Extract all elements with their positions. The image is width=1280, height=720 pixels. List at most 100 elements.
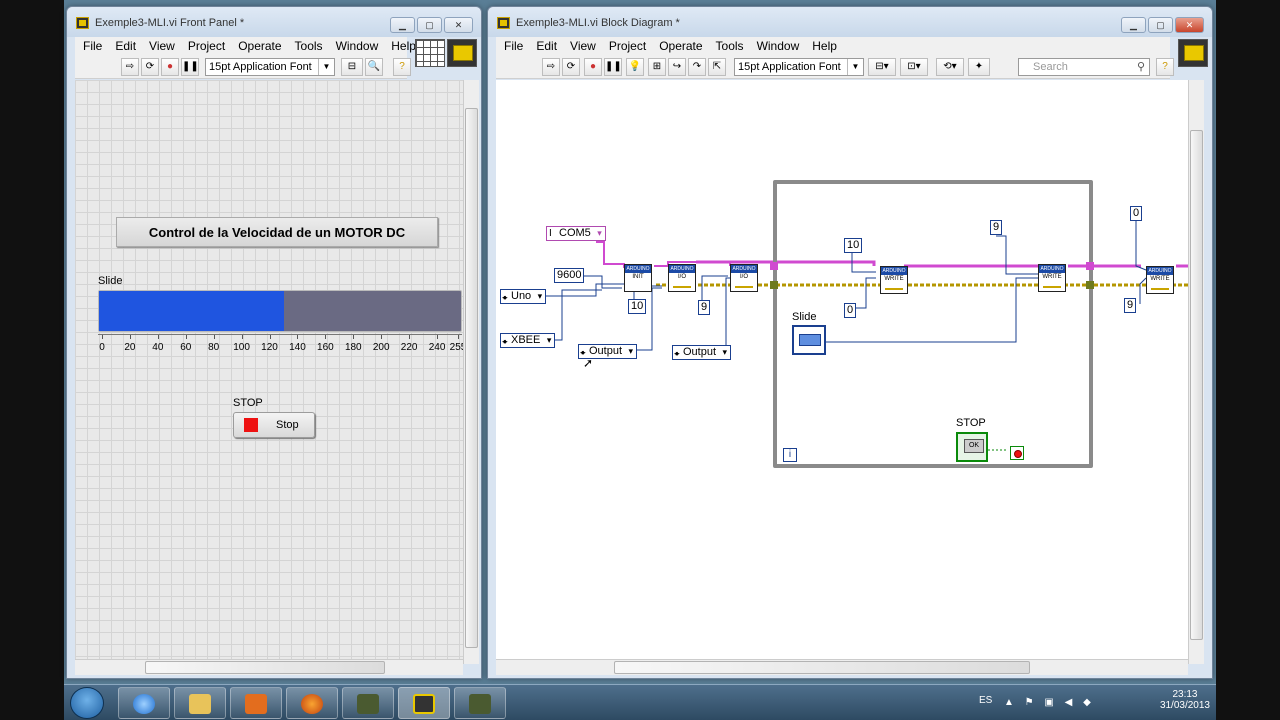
numeric-constant[interactable]: 9	[1124, 298, 1137, 313]
baud-constant[interactable]: 9600	[554, 268, 585, 283]
distribute-icon[interactable]: ⊡▾	[900, 58, 928, 76]
abort-icon[interactable]: ●	[584, 58, 602, 76]
cleanup-diagram-icon[interactable]: ✦	[968, 58, 990, 76]
abort-icon[interactable]: ●	[161, 58, 179, 76]
digital-io-subvi[interactable]: ARDUINO I/O	[730, 264, 758, 292]
slide-control[interactable]	[98, 290, 462, 332]
menu-project[interactable]: Project	[182, 37, 232, 55]
menu-project[interactable]: Project	[603, 37, 653, 55]
numeric-constant[interactable]: 10	[628, 299, 647, 314]
align-icon[interactable]: ⊟	[341, 58, 363, 76]
stop-button[interactable]: Stop	[233, 412, 315, 438]
loop-condition-terminal[interactable]	[1010, 446, 1024, 460]
clock-date: 31/03/2013	[1159, 700, 1210, 711]
scroll-thumb[interactable]	[145, 661, 385, 674]
taskbar-ie[interactable]	[118, 687, 170, 719]
zoom-icon[interactable]: 🔍	[365, 58, 383, 76]
output-ring-2[interactable]: Output	[672, 345, 732, 361]
run-arrow-icon[interactable]: ⇨	[542, 58, 560, 76]
vi-icon[interactable]	[447, 39, 477, 67]
menu-edit[interactable]: Edit	[109, 37, 143, 55]
taskbar-labview[interactable]	[342, 687, 394, 719]
scroll-thumb[interactable]	[465, 108, 478, 648]
align-icon[interactable]: ⊟▾	[868, 58, 896, 76]
step-out-icon[interactable]: ⇱	[708, 58, 726, 76]
scroll-thumb[interactable]	[614, 661, 1030, 674]
vertical-scrollbar[interactable]	[1188, 80, 1204, 664]
font-select[interactable]: 15pt Application Font ▼	[205, 58, 335, 76]
block-diagram-titlebar[interactable]: Exemple3-MLI.vi Block Diagram * ▁ ▢ ✕	[488, 7, 1212, 37]
board-ring[interactable]: Uno	[500, 289, 547, 305]
menu-view[interactable]: View	[564, 37, 603, 55]
horizontal-scrollbar[interactable]	[75, 659, 463, 675]
pause-icon[interactable]: ❚❚	[604, 58, 622, 76]
slide-tick-mark	[213, 335, 215, 339]
menu-operate[interactable]: Operate	[653, 37, 709, 55]
numeric-constant[interactable]: 0	[1130, 206, 1143, 221]
highlight-execution-icon[interactable]: 💡	[626, 58, 644, 76]
pause-icon[interactable]: ❚❚	[181, 58, 199, 76]
clock[interactable]: 23:13 31/03/2013	[1160, 689, 1210, 711]
maximize-button[interactable]: ▢	[1148, 17, 1173, 33]
vertical-scrollbar[interactable]	[463, 80, 479, 664]
retain-wire-values-icon[interactable]: ⊞	[648, 58, 666, 76]
tray-icons[interactable]: ▲ ⚑ ▣ ◀ ◆	[1004, 697, 1095, 708]
pwm-write-subvi[interactable]: ARDUINO WRITE	[880, 266, 908, 294]
slide-fill[interactable]	[99, 291, 284, 331]
start-button[interactable]	[70, 687, 104, 719]
font-select[interactable]: 15pt Application Font ▼	[734, 58, 864, 76]
step-into-icon[interactable]: ↪	[668, 58, 686, 76]
minimize-button[interactable]: ▁	[1121, 17, 1146, 33]
scroll-thumb[interactable]	[1190, 130, 1203, 640]
taskbar-explorer[interactable]	[174, 687, 226, 719]
taskbar-firefox[interactable]	[286, 687, 338, 719]
search-input[interactable]: Search ⚲	[1018, 58, 1150, 76]
numeric-constant[interactable]: 10	[844, 238, 863, 253]
chevron-down-icon: ▼	[847, 59, 863, 75]
digital-io-subvi[interactable]: ARDUINO I/O	[668, 264, 696, 292]
help-icon[interactable]: ?	[393, 58, 411, 76]
numeric-constant[interactable]: 9	[990, 220, 1003, 235]
menu-file[interactable]: File	[498, 37, 530, 55]
menu-edit[interactable]: Edit	[530, 37, 564, 55]
menu-operate[interactable]: Operate	[232, 37, 288, 55]
run-continuously-icon[interactable]: ⟳	[141, 58, 159, 76]
maximize-button[interactable]: ▢	[417, 17, 442, 33]
menu-tools[interactable]: Tools	[710, 37, 751, 55]
while-loop[interactable]: i	[773, 180, 1093, 468]
vi-icon[interactable]	[1178, 39, 1208, 67]
menu-view[interactable]: View	[143, 37, 182, 55]
numeric-constant[interactable]: 9	[698, 300, 711, 315]
close-button[interactable]: ✕	[1175, 17, 1204, 33]
run-continuously-icon[interactable]: ⟳	[562, 58, 580, 76]
menu-window[interactable]: Window	[330, 37, 386, 55]
menu-help[interactable]: Help	[806, 37, 844, 55]
menu-window[interactable]: Window	[751, 37, 807, 55]
numeric-wire	[582, 275, 622, 289]
pwm-write-subvi[interactable]: ARDUINO WRITE	[1038, 264, 1066, 292]
taskbar-media[interactable]	[230, 687, 282, 719]
subvi-header: ARDUINO	[881, 267, 907, 275]
menu-file[interactable]: File	[77, 37, 109, 55]
slide-terminal[interactable]	[792, 325, 826, 355]
stop-terminal[interactable]	[956, 432, 988, 462]
connector-pane-icon[interactable]	[415, 39, 445, 67]
reorder-icon[interactable]: ⟲▾	[936, 58, 964, 76]
visa-resource-constant[interactable]: COM5	[546, 226, 606, 241]
menu-tools[interactable]: Tools	[289, 37, 330, 55]
help-icon[interactable]: ?	[1156, 58, 1174, 76]
language-indicator[interactable]: ES	[979, 695, 992, 706]
taskbar-vi[interactable]	[398, 687, 450, 719]
pwm-write-subvi[interactable]: ARDUINO WRITE	[1146, 266, 1174, 294]
run-arrow-icon[interactable]: ⇨	[121, 58, 139, 76]
slide-tick-label: 160	[317, 342, 334, 353]
connection-ring[interactable]: XBEE	[500, 333, 556, 349]
front-panel-titlebar[interactable]: Exemple3-MLI.vi Front Panel * ▁ ▢ ✕	[67, 7, 481, 37]
init-subvi[interactable]: ARDUINO INIT	[624, 264, 652, 292]
taskbar-labview-2[interactable]	[454, 687, 506, 719]
numeric-constant[interactable]: 0	[844, 303, 857, 318]
horizontal-scrollbar[interactable]	[496, 659, 1188, 675]
step-over-icon[interactable]: ↷	[688, 58, 706, 76]
close-button[interactable]: ✕	[444, 17, 473, 33]
minimize-button[interactable]: ▁	[390, 17, 415, 33]
